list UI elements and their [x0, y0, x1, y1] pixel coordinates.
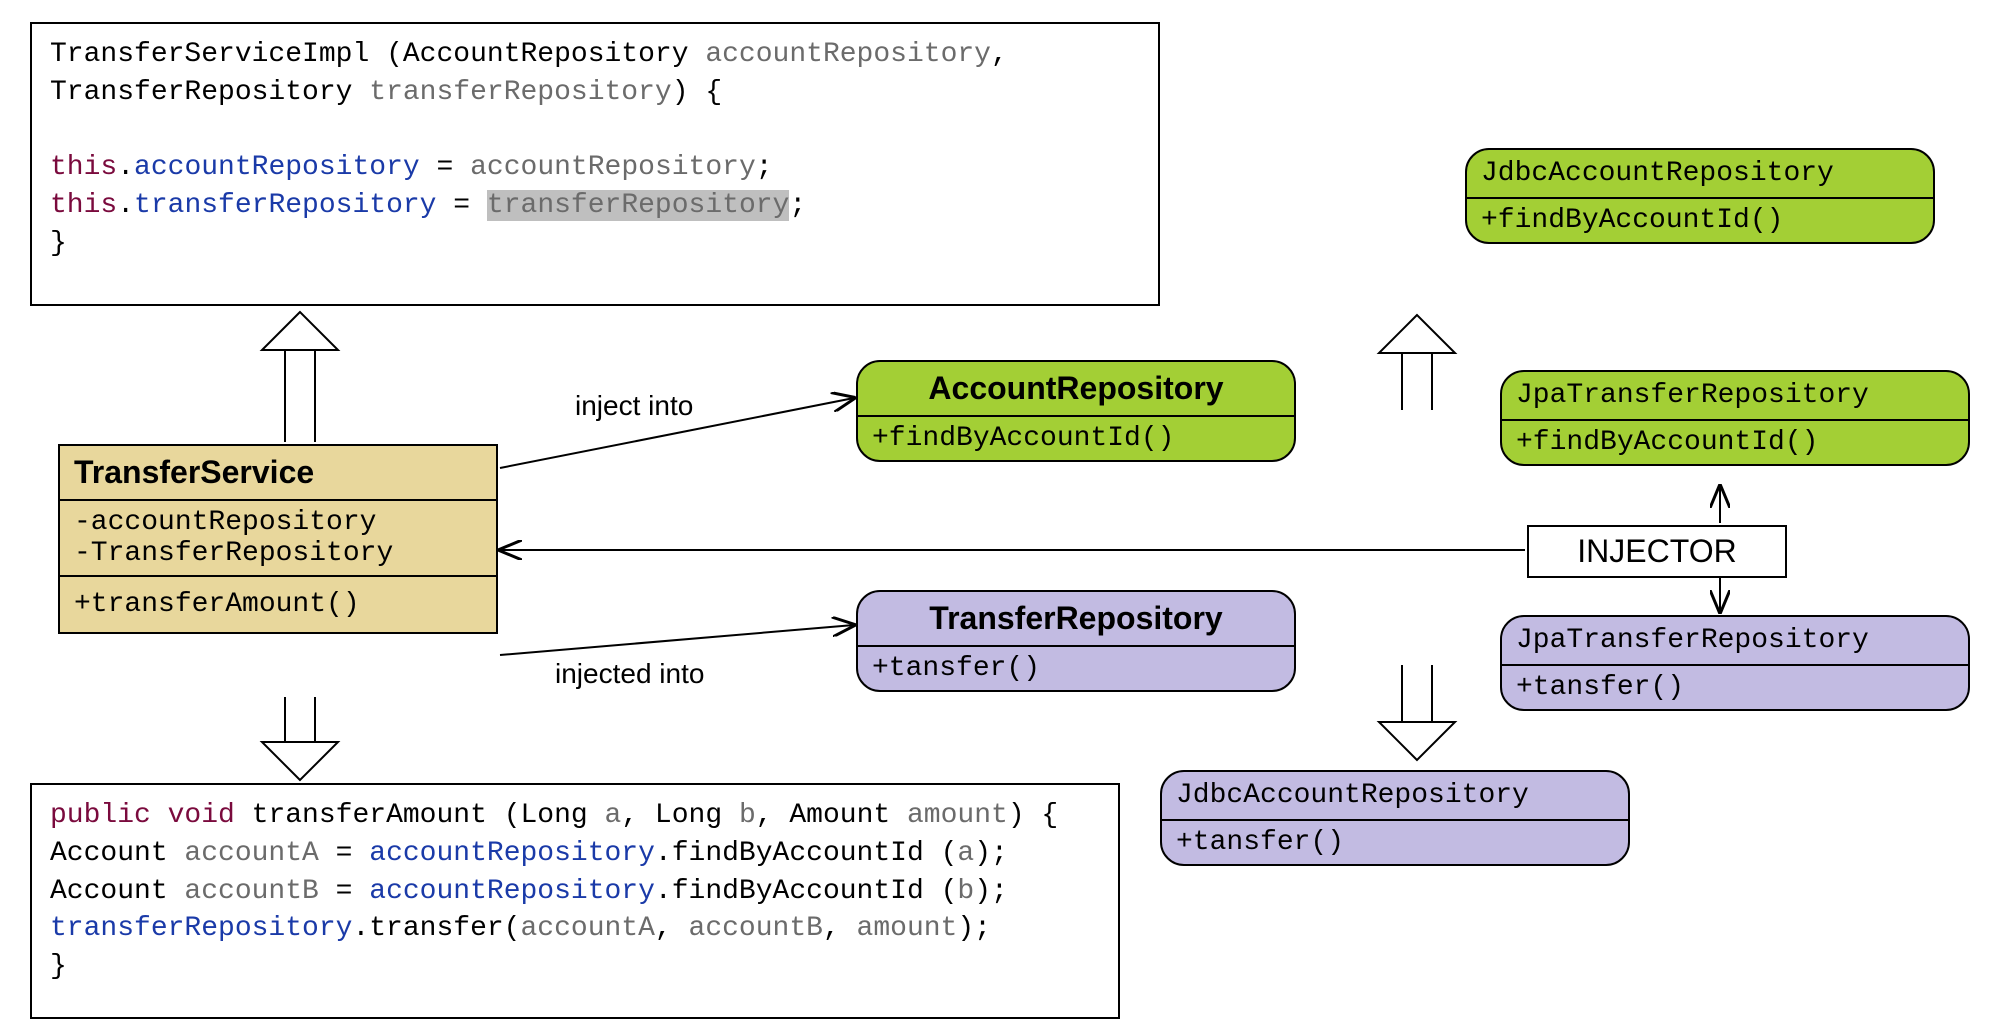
- arrow-ar-to-jdbc: [1379, 315, 1455, 410]
- class-title: TransferService: [60, 446, 496, 499]
- class-transferrepository: TransferRepository +tansfer(): [856, 590, 1296, 692]
- arrow-ts-to-codetop: [262, 312, 338, 442]
- ctor-name: TransferServiceImpl: [50, 39, 369, 70]
- class-methods: +transferAmount(): [60, 575, 496, 632]
- class-accountrepository: AccountRepository +findByAccountId(): [856, 360, 1296, 462]
- label-injected-into: injected into: [555, 658, 704, 690]
- arrow-injected-into-tr: [500, 625, 854, 655]
- code-constructor: TransferServiceImpl (AccountRepository a…: [30, 22, 1160, 306]
- code-method: public void transferAmount (Long a, Long…: [30, 783, 1120, 1019]
- label-inject-into: inject into: [575, 390, 693, 422]
- injector-box: INJECTOR: [1527, 525, 1787, 578]
- arrow-tr-to-jdbc2: [1379, 665, 1455, 760]
- arrow-ts-to-codebottom: [262, 697, 338, 780]
- class-jdbcaccountrepository-1: JdbcAccountRepository +findByAccountId(): [1465, 148, 1935, 244]
- class-transferservice: TransferService -accountRepository -Tran…: [58, 444, 498, 634]
- class-jpatransferrepository-2: JpaTransferRepository +tansfer(): [1500, 615, 1970, 711]
- class-jdbcaccountrepository-2: JdbcAccountRepository +tansfer(): [1160, 770, 1630, 866]
- class-jpatransferrepository-1: JpaTransferRepository +findByAccountId(): [1500, 370, 1970, 466]
- class-fields: -accountRepository -TransferRepository: [60, 499, 496, 575]
